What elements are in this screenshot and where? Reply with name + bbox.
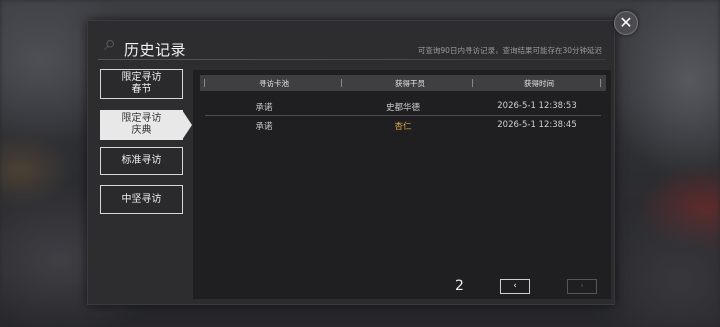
sidebar-item-label: 标准寻访 bbox=[121, 155, 162, 166]
header-separator bbox=[600, 79, 601, 87]
cell-pool: 承诺 bbox=[255, 103, 273, 113]
sidebar-item-limited-celebration[interactable]: 限定寻访 庆典 bbox=[100, 109, 192, 140]
sidebar-item-standard[interactable]: 标准寻访 bbox=[100, 147, 183, 175]
cell-pool: 承诺 bbox=[255, 122, 273, 132]
close-button[interactable]: ✕ bbox=[614, 11, 638, 35]
table-header: 寻访卡池 获得干员 获得时间 bbox=[200, 75, 606, 91]
sidebar-item-limited-spring[interactable]: 限定寻访 春节 bbox=[100, 69, 183, 99]
sidebar-item-sublabel: 春节 bbox=[131, 84, 152, 95]
dialog-title: 历史记录 bbox=[124, 41, 187, 59]
header-separator bbox=[204, 79, 205, 87]
header-separator bbox=[341, 79, 342, 87]
cell-time: 2026-5-1 12:38:45 bbox=[497, 120, 577, 130]
cell-operator: 杏仁 bbox=[394, 122, 412, 132]
records-panel: 寻访卡池 获得干员 获得时间 承诺 史都华德 2026-5-1 12:38:53… bbox=[193, 70, 611, 299]
column-header-time: 获得时间 bbox=[524, 79, 554, 88]
chevron-right-icon: › bbox=[580, 281, 584, 291]
close-icon: ✕ bbox=[619, 13, 633, 32]
sidebar-item-sublabel: 庆典 bbox=[131, 125, 152, 136]
title-divider bbox=[98, 59, 606, 60]
next-page-button[interactable]: › bbox=[567, 279, 597, 294]
cell-operator: 史都华德 bbox=[385, 103, 420, 113]
column-header-operator: 获得干员 bbox=[395, 79, 425, 88]
sidebar-item-core[interactable]: 中坚寻访 bbox=[100, 185, 183, 214]
sidebar-item-label: 限定寻访 bbox=[121, 72, 162, 83]
cell-time: 2026-5-1 12:38:53 bbox=[497, 101, 577, 111]
query-hint: 可查询90日内寻访记录，查询结果可能存在30分钟延迟 bbox=[417, 46, 602, 55]
magnifier-icon: ⌕ bbox=[104, 31, 117, 56]
chevron-left-icon: ‹ bbox=[513, 281, 517, 291]
header-separator bbox=[472, 79, 473, 87]
table-row: 承诺 史都华德 2026-5-1 12:38:53 bbox=[205, 97, 601, 116]
table-row: 承诺 杏仁 2026-5-1 12:38:45 bbox=[205, 116, 601, 135]
column-header-pool: 寻访卡池 bbox=[259, 79, 289, 88]
sidebar-item-label: 中坚寻访 bbox=[121, 193, 162, 205]
prev-page-button[interactable]: ‹ bbox=[500, 279, 530, 294]
sidebar-item-label: 限定寻访 bbox=[121, 113, 162, 124]
history-dialog: ⌕ 历史记录 可查询90日内寻访记录，查询结果可能存在30分钟延迟 限定寻访 春… bbox=[87, 20, 615, 305]
page-number: 2 bbox=[455, 278, 464, 294]
